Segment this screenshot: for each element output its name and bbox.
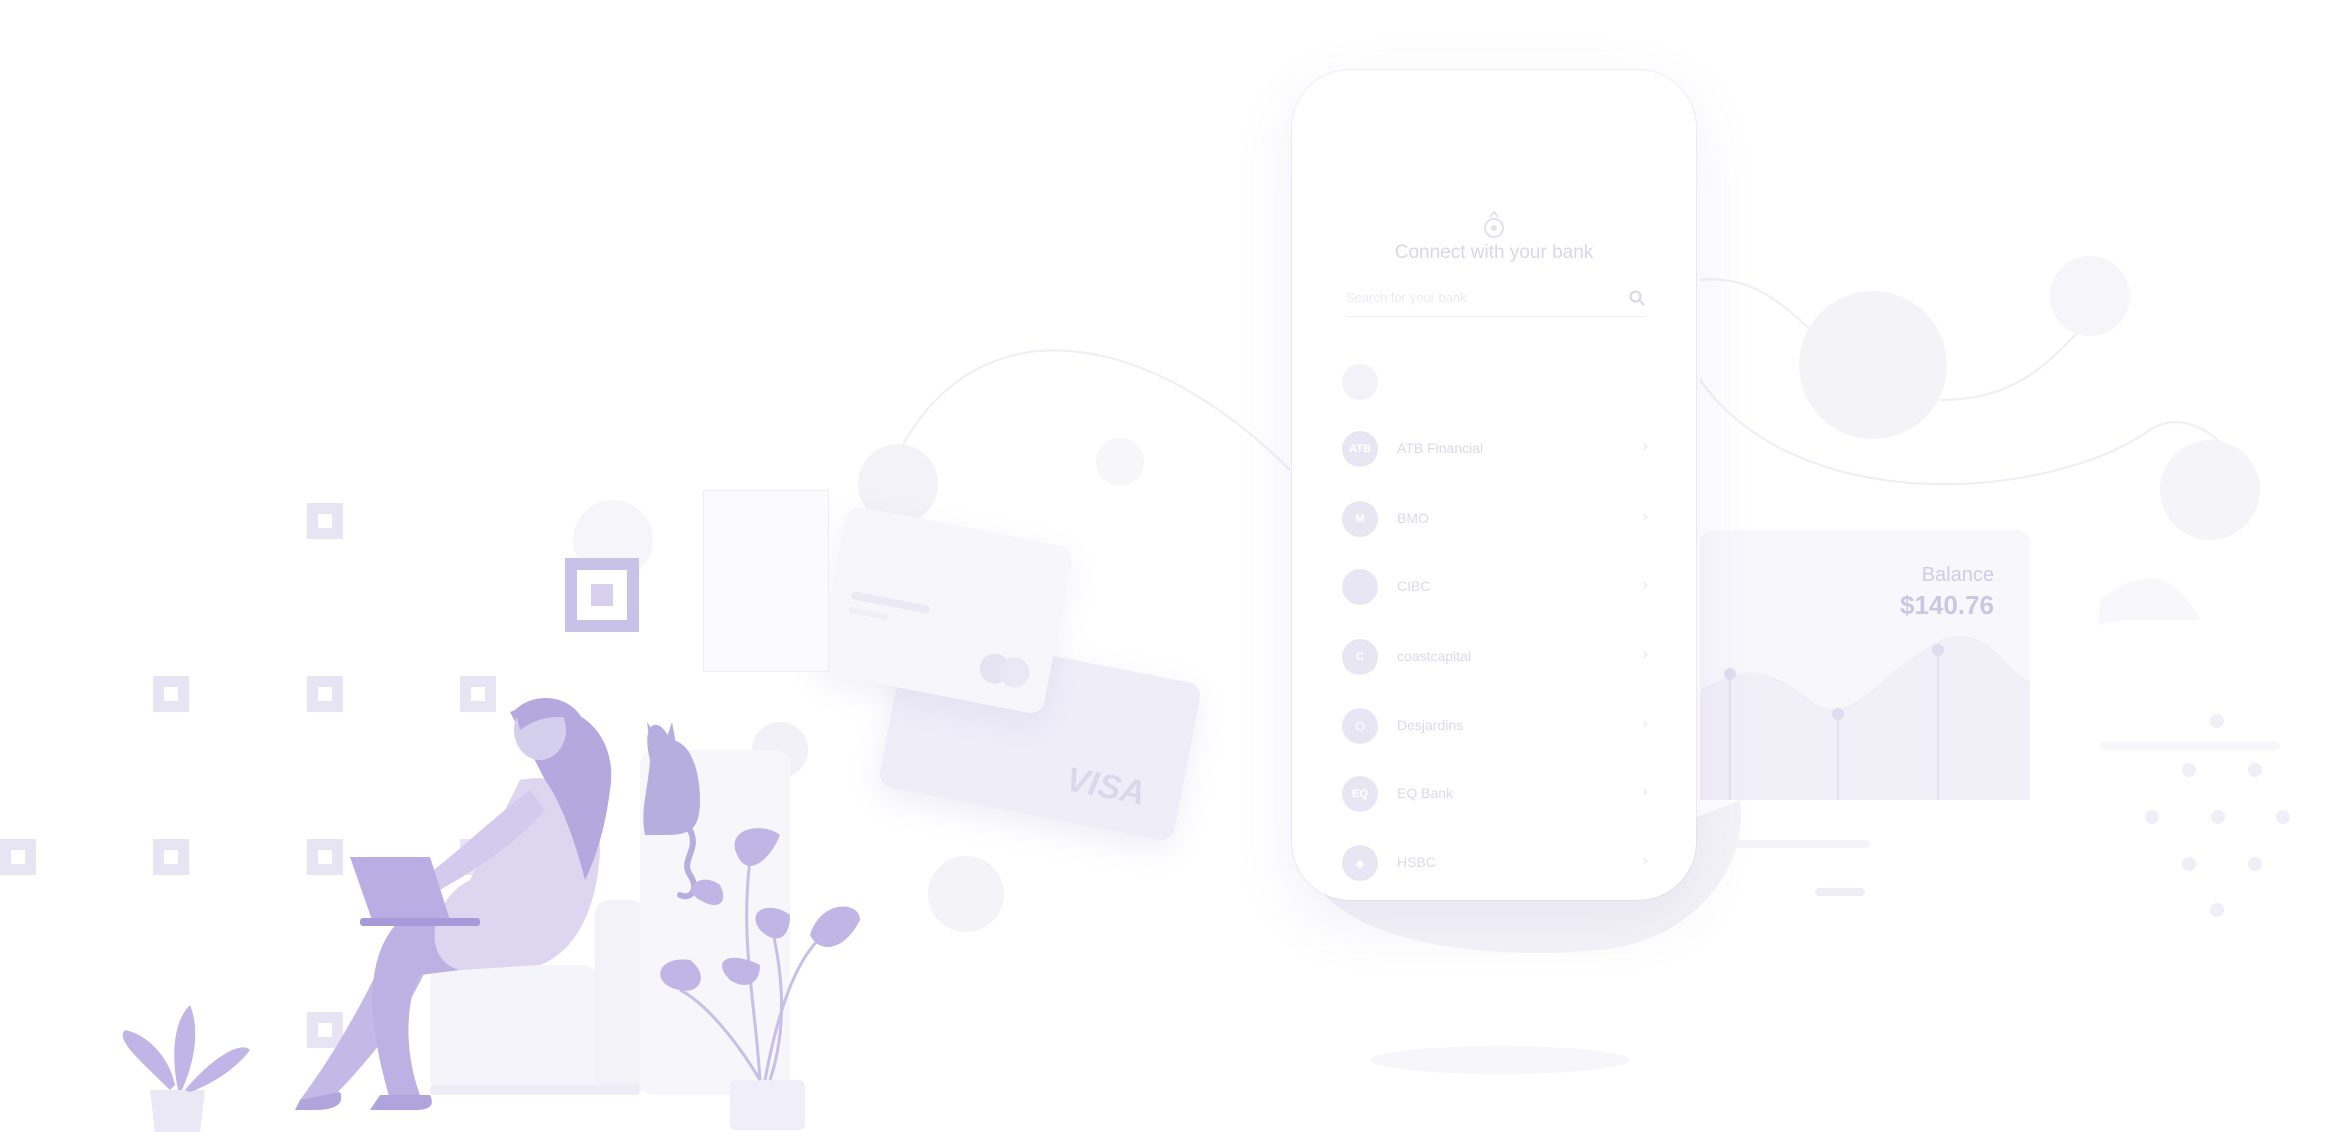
woman-laptop-illustration [122,698,860,1132]
